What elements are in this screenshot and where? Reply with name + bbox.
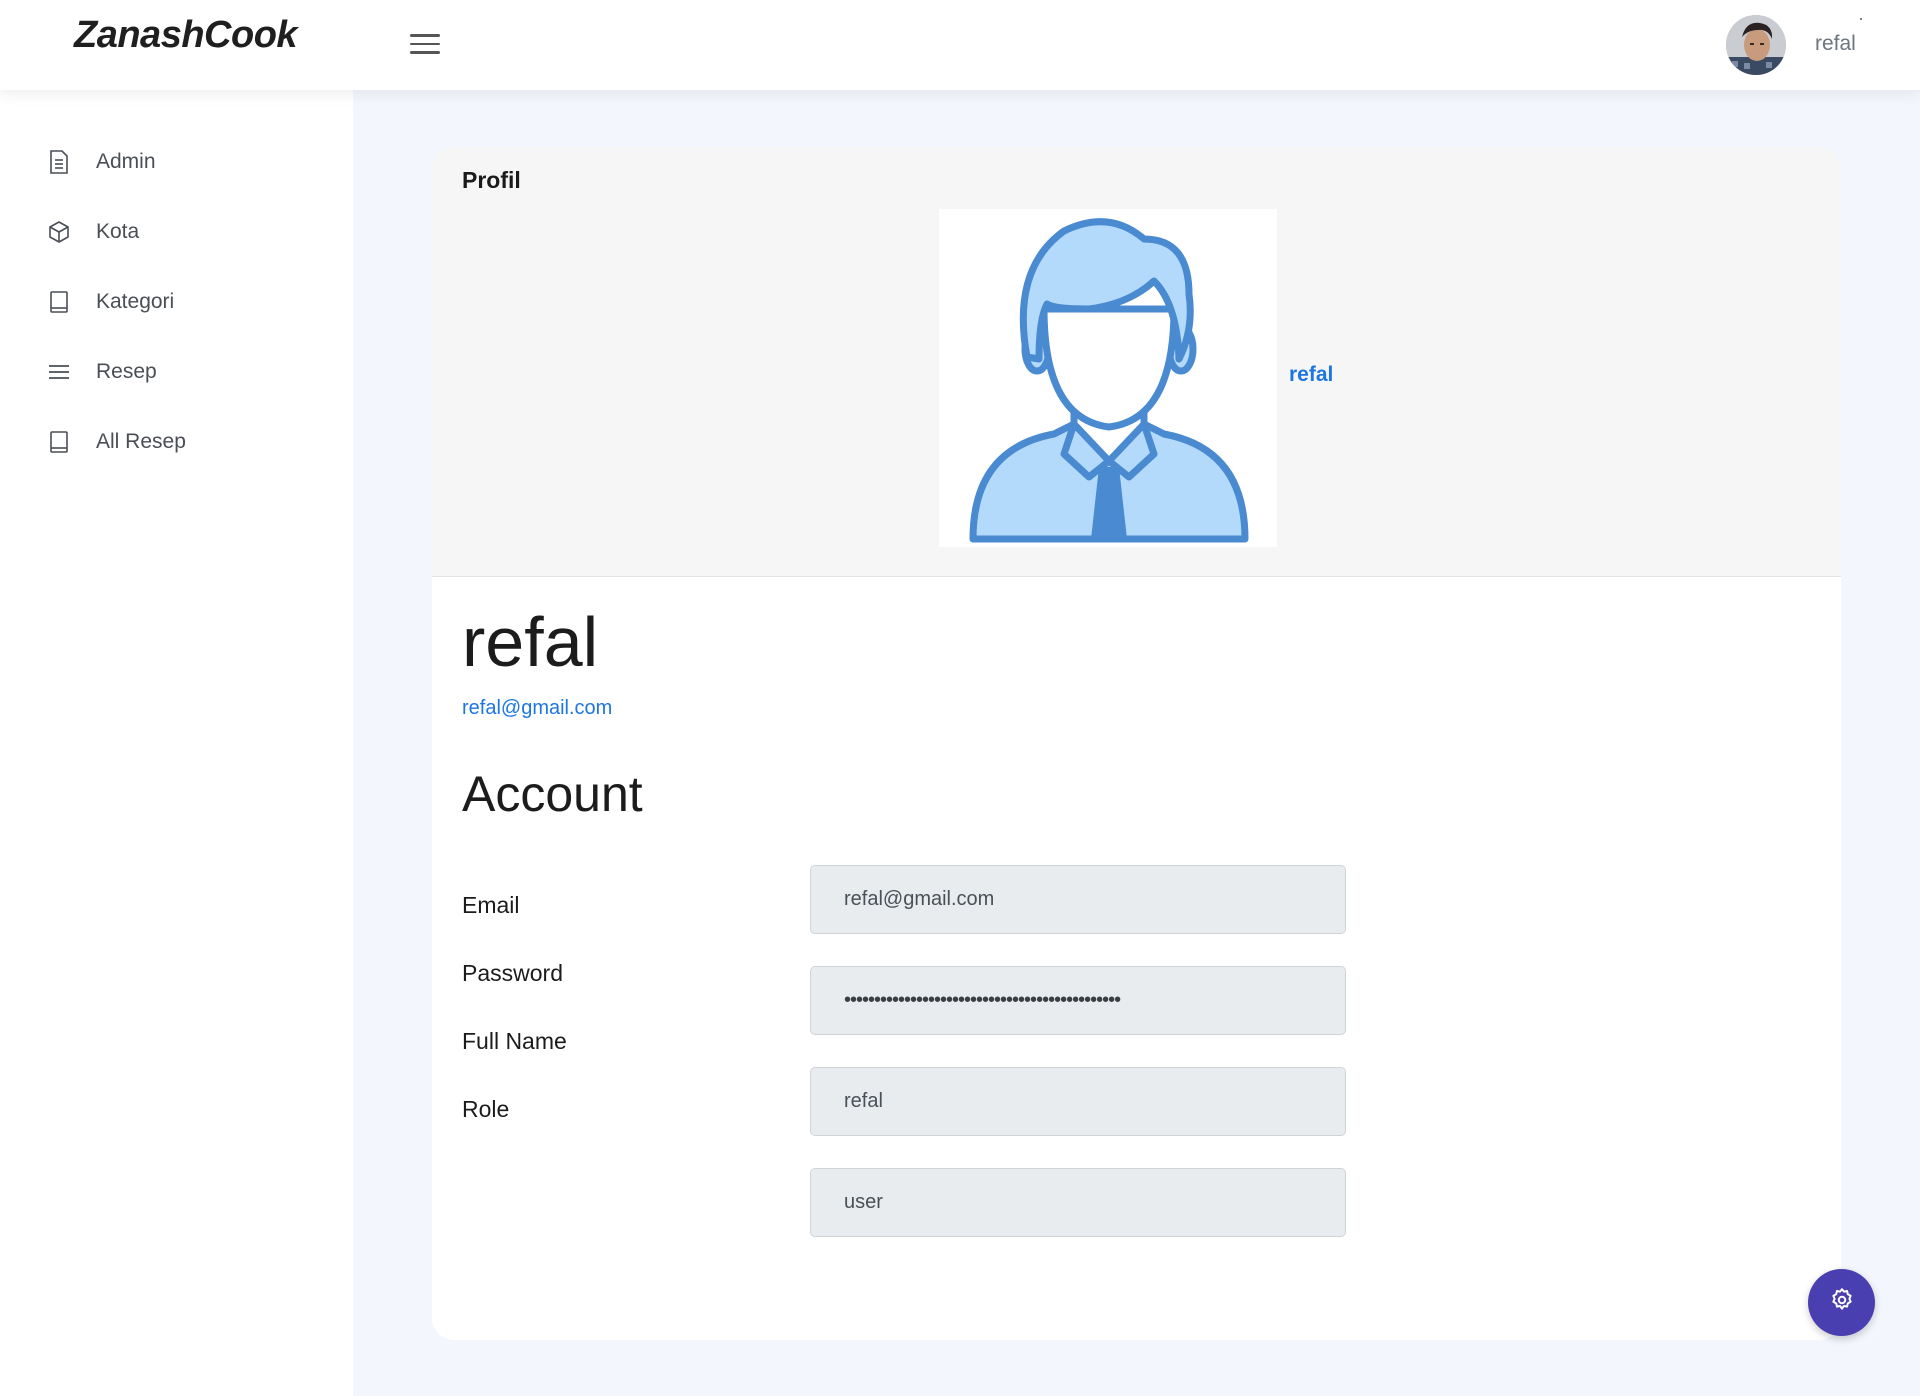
full-name-label: Full Name <box>462 1028 567 1054</box>
profile-name-link[interactable]: refal <box>1289 363 1333 387</box>
hamburger-menu-icon[interactable] <box>410 34 440 58</box>
profile-card: Profil refal refal refal@gmail.com Accou… <box>432 147 1841 1340</box>
email-field[interactable]: refal@gmail.com <box>810 865 1346 934</box>
email-label: Email <box>462 892 520 918</box>
sidebar-item-label: Kategori <box>96 290 175 313</box>
user-avatar-illustration-icon <box>969 218 1249 543</box>
sidebar-item-label: Resep <box>96 360 157 383</box>
sidebar-item-kategori[interactable]: Kategori <box>46 282 326 322</box>
sidebar-item-admin[interactable]: Admin <box>46 142 326 182</box>
gear-icon <box>1829 1287 1855 1318</box>
top-navbar: ZanashCook refal <box>0 0 1920 90</box>
profile-email-link[interactable]: refal@gmail.com <box>462 697 612 720</box>
profile-card-header: Profil refal <box>432 147 1841 577</box>
decorative-dot <box>1860 18 1862 20</box>
sidebar-item-all-resep[interactable]: All Resep <box>46 422 326 462</box>
role-label: Role <box>462 1096 510 1122</box>
cube-icon <box>46 219 72 245</box>
menu-lines-icon <box>46 359 72 385</box>
sidebar: Admin Kota Kategori Resep All Resep <box>0 90 353 1396</box>
sidebar-item-resep[interactable]: Resep <box>46 352 326 392</box>
profile-picture <box>939 209 1277 547</box>
sidebar-item-kota[interactable]: Kota <box>46 212 326 252</box>
password-field[interactable]: ••••••••••••••••••••••••••••••••••••••••… <box>810 966 1346 1035</box>
navbar-user-name[interactable]: refal <box>1815 32 1856 56</box>
sidebar-item-label: All Resep <box>96 430 186 453</box>
sidebar-item-label: Admin <box>96 150 156 173</box>
account-heading: Account <box>462 766 643 822</box>
settings-button[interactable] <box>1808 1269 1875 1336</box>
password-label: Password <box>462 960 563 986</box>
document-icon <box>46 149 72 175</box>
profile-name-heading: refal <box>462 603 599 681</box>
card-title: Profil <box>462 167 521 193</box>
book-icon <box>46 289 72 315</box>
user-avatar[interactable] <box>1726 15 1786 75</box>
sidebar-item-label: Kota <box>96 220 140 243</box>
full-name-field[interactable]: refal <box>810 1067 1346 1136</box>
role-field[interactable]: user <box>810 1168 1346 1237</box>
book-icon <box>46 429 72 455</box>
brand-logo[interactable]: ZanashCook <box>74 14 298 57</box>
